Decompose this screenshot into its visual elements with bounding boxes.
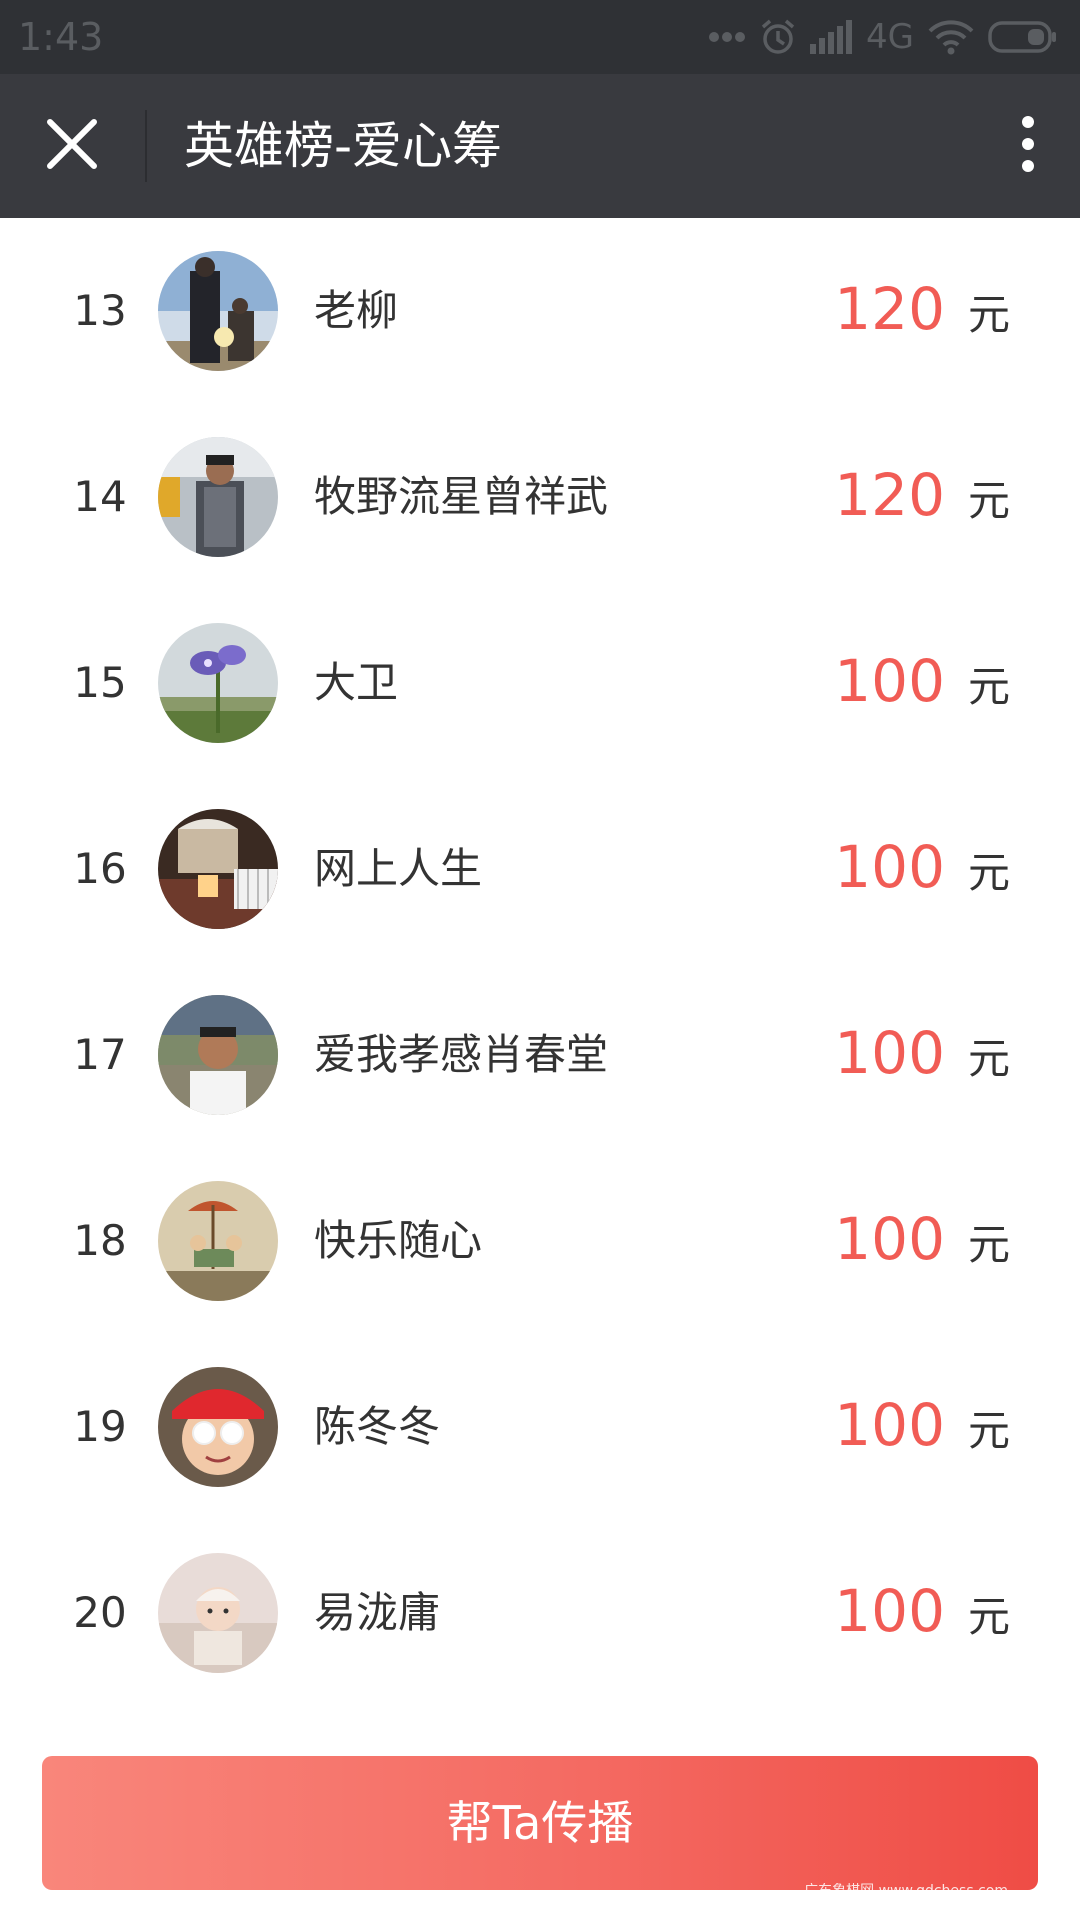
alarm-icon — [760, 18, 796, 56]
watermark: 广东象棋网 www.gdchess.com — [804, 1883, 1008, 1899]
close-button[interactable] — [36, 110, 108, 182]
donation-amount: 100 — [834, 1205, 945, 1273]
donation-amount: 100 — [834, 1577, 945, 1645]
donation-amount: 120 — [834, 275, 945, 343]
donor-name: 易泷庸 — [314, 1588, 441, 1637]
avatar — [158, 251, 278, 371]
more-vertical-icon — [1021, 115, 1035, 177]
close-icon — [46, 118, 98, 174]
signal-icon — [810, 20, 853, 54]
currency-unit: 元 — [968, 662, 1011, 711]
currency-unit: 元 — [968, 1220, 1011, 1269]
title-divider — [145, 110, 147, 182]
avatar — [158, 437, 278, 557]
more-dots-icon — [708, 31, 746, 43]
avatar — [158, 1367, 278, 1487]
donor-name: 老柳 — [314, 286, 399, 335]
currency-unit: 元 — [968, 1406, 1011, 1455]
battery-icon — [988, 21, 1058, 53]
currency-unit: 元 — [968, 290, 1011, 339]
donation-amount: 120 — [834, 461, 945, 529]
rank-number: 18 — [73, 1216, 127, 1265]
wifi-icon — [928, 19, 974, 55]
leaderboard-list: 13 老柳 120 元 14 牧野流星曾祥武 120 元 15 大卫 100 元… — [0, 218, 1080, 1706]
donation-amount: 100 — [834, 833, 945, 901]
avatar — [158, 1553, 278, 1673]
donor-name: 爱我孝感肖春堂 — [314, 1030, 609, 1079]
donor-name: 牧野流星曾祥武 — [314, 472, 609, 521]
title-bar: 英雄榜-爱心筹 — [0, 74, 1080, 218]
donation-amount: 100 — [834, 647, 945, 715]
rank-number: 15 — [73, 658, 127, 707]
share-button[interactable]: 帮Ta传播 — [42, 1756, 1038, 1890]
page-title: 英雄榜-爱心筹 — [184, 117, 503, 175]
list-item[interactable]: 19 陈冬冬 100 元 — [0, 1334, 1080, 1520]
donation-amount: 100 — [834, 1391, 945, 1459]
status-bar: 1:43 4G — [0, 0, 1080, 74]
donation-amount: 100 — [834, 1019, 945, 1087]
donor-name: 大卫 — [314, 658, 399, 707]
avatar — [158, 809, 278, 929]
rank-number: 14 — [73, 472, 127, 521]
avatar — [158, 1181, 278, 1301]
currency-unit: 元 — [968, 1592, 1011, 1641]
network-label: 4G — [866, 17, 914, 57]
rank-number: 16 — [73, 844, 127, 893]
avatar — [158, 995, 278, 1115]
avatar — [158, 623, 278, 743]
status-icons: 4G — [708, 16, 1058, 58]
currency-unit: 元 — [968, 476, 1011, 525]
list-item[interactable]: 20 易泷庸 100 元 — [0, 1520, 1080, 1706]
donor-name: 网上人生 — [314, 844, 483, 893]
list-item[interactable]: 15 大卫 100 元 — [0, 590, 1080, 776]
list-item[interactable]: 16 网上人生 100 元 — [0, 776, 1080, 962]
status-time: 1:43 — [18, 15, 104, 59]
currency-unit: 元 — [968, 848, 1011, 897]
list-item[interactable]: 13 老柳 120 元 — [0, 218, 1080, 404]
list-item[interactable]: 14 牧野流星曾祥武 120 元 — [0, 404, 1080, 590]
more-menu-button[interactable] — [1000, 110, 1056, 182]
rank-number: 20 — [73, 1588, 127, 1637]
rank-number: 13 — [73, 286, 127, 335]
currency-unit: 元 — [968, 1034, 1011, 1083]
donor-name: 陈冬冬 — [314, 1402, 441, 1451]
donor-name: 快乐随心 — [314, 1216, 483, 1265]
rank-number: 19 — [73, 1402, 127, 1451]
rank-number: 17 — [73, 1030, 127, 1079]
list-item[interactable]: 18 快乐随心 100 元 — [0, 1148, 1080, 1334]
list-item[interactable]: 17 爱我孝感肖春堂 100 元 — [0, 962, 1080, 1148]
